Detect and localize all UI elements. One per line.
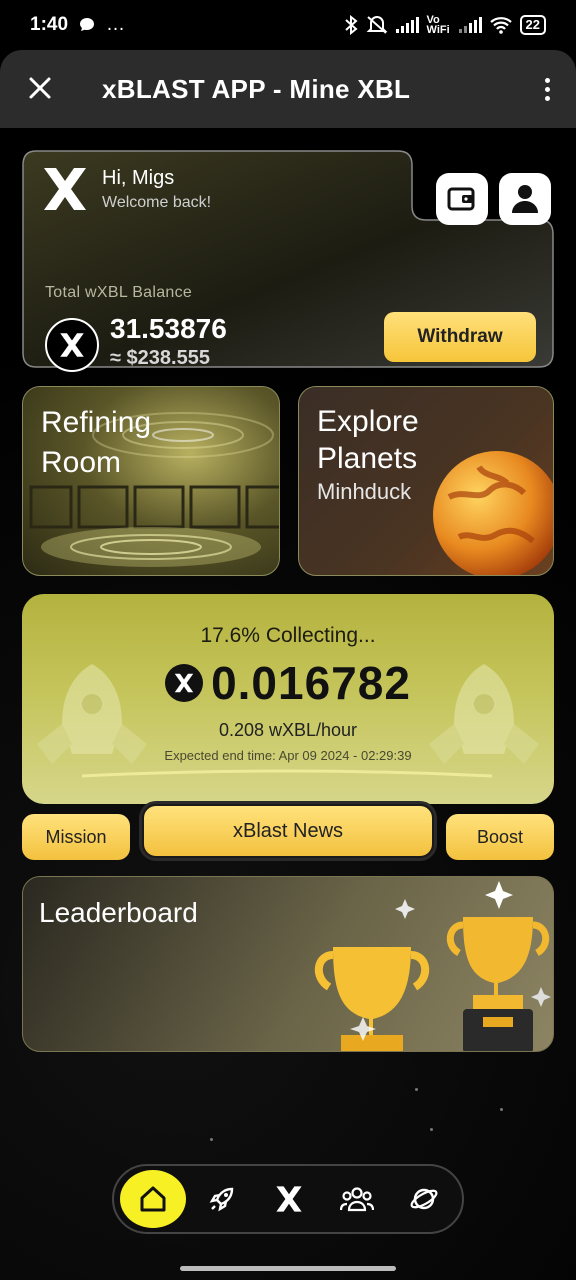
- app-title: xBLAST APP - Mine XBL: [102, 73, 411, 104]
- xblast-coin-icon: [45, 318, 99, 372]
- nav-planet[interactable]: [392, 1170, 456, 1228]
- boost-button[interactable]: Boost: [446, 814, 554, 860]
- refining-room-title: Refining Room: [41, 406, 152, 479]
- cell-signal-icon: [395, 17, 419, 33]
- users-icon: [339, 1187, 374, 1212]
- refining-room-tile[interactable]: Refining Room: [22, 386, 280, 576]
- rocket-icon: [209, 1187, 233, 1212]
- bottom-navigation: [112, 1164, 464, 1234]
- xblast-news-button[interactable]: xBlast News: [142, 804, 434, 858]
- app-bar: xBLAST APP - Mine XBL: [0, 50, 576, 128]
- withdraw-button[interactable]: Withdraw: [384, 312, 536, 362]
- trophy-illustration: [315, 881, 551, 1051]
- mission-button[interactable]: Mission: [22, 814, 130, 860]
- status-bar: 1:40 … Vo WiFi 22: [0, 0, 576, 50]
- mining-progress-text: 17.6% Collecting...: [200, 624, 376, 647]
- wifi-icon: [489, 17, 512, 34]
- greeting-name: Hi, Migs: [102, 166, 175, 189]
- explore-planets-subtitle: Minhduck: [317, 479, 412, 504]
- explore-planets-tile[interactable]: Explore Planets Minhduck: [298, 386, 554, 576]
- chat-bubble-icon: [80, 18, 95, 31]
- leaderboard-tile[interactable]: Leaderboard: [22, 876, 554, 1052]
- cell-signal-icon-2: [458, 17, 482, 33]
- network-type: Vo WiFi: [426, 14, 450, 36]
- wallet-icon: [447, 187, 475, 211]
- xblast-coin-icon: [165, 664, 204, 702]
- more-vert-icon[interactable]: [541, 74, 554, 105]
- xblast-logo-icon: [44, 168, 86, 210]
- nav-users[interactable]: [325, 1170, 389, 1228]
- nav-home[interactable]: [120, 1170, 186, 1228]
- leaderboard-title: Leaderboard: [39, 897, 198, 928]
- greeting-subtitle: Welcome back!: [102, 193, 212, 211]
- nav-rocket[interactable]: [190, 1170, 254, 1228]
- user-icon: [512, 185, 538, 213]
- mining-rate: 0.208 wXBL/hour: [218, 720, 358, 740]
- status-time: 1:40: [30, 14, 69, 35]
- planet-icon: [410, 1188, 438, 1210]
- main-content: Hi, Migs Welcome back! Total wXBL Balanc…: [0, 128, 576, 1280]
- mining-amount: 0.016782: [211, 657, 411, 709]
- close-icon[interactable]: [22, 70, 58, 109]
- xblast-logo-icon: [276, 1186, 302, 1212]
- mute-icon: [366, 16, 387, 34]
- wallet-button[interactable]: [436, 173, 488, 225]
- status-more: …: [106, 14, 126, 35]
- greeting: Hi, Migs Welcome back!: [40, 164, 211, 214]
- balance-amount: 31.53876: [110, 313, 227, 344]
- mining-end-time: Expected end time: Apr 09 2024 - 02:29:3…: [164, 748, 412, 763]
- balance-label: Total wXBL Balance: [45, 284, 193, 301]
- nav-xblast[interactable]: [257, 1170, 321, 1228]
- system-home-indicator[interactable]: [180, 1266, 396, 1271]
- battery-level: 22: [519, 15, 546, 35]
- explore-planets-title: Explore Planets: [317, 405, 419, 475]
- balance-usd: ≈ $238.555: [110, 347, 210, 369]
- home-icon: [140, 1186, 166, 1212]
- mining-progress-card: 17.6% Collecting... 0.016782 0.208 wXBL/…: [22, 594, 554, 804]
- profile-button[interactable]: [499, 173, 551, 225]
- balance-card: Hi, Migs Welcome back! Total wXBL Balanc…: [22, 150, 554, 372]
- bluetooth-icon: [344, 15, 358, 35]
